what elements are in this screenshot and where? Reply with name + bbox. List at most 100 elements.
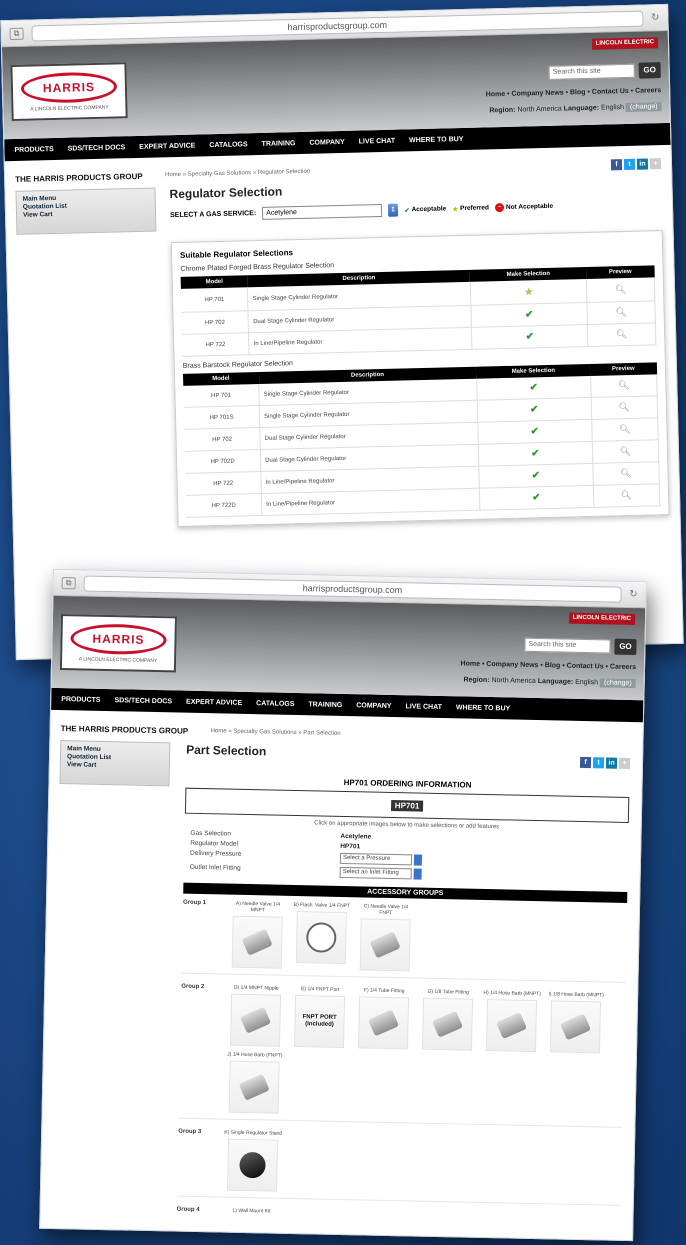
nav-sds-tech-docs[interactable]: SDS/TECH DOCS [114,697,172,705]
magnifier-icon[interactable]: 🔍︎ [618,402,630,412]
check-icon[interactable]: ✔ [529,382,538,393]
select-arrow-icon[interactable] [413,868,422,880]
nav-company[interactable]: COMPANY [309,138,344,146]
sidebar-item-view-cart[interactable]: View Cart [67,761,163,771]
item-image[interactable]: FNPT PORT (Included) [294,995,346,1049]
inlet-fitting-select[interactable]: Select an Inlet Fitting [339,866,628,884]
row-model: HP 701 [183,384,260,408]
change-region-button[interactable]: (change) [625,102,662,112]
top-links[interactable]: Home • Company News • Blog • Contact Us … [460,660,636,671]
harris-logo[interactable]: HARRIS A LINCOLN ELECTRIC COMPANY [10,62,128,122]
item-name: J) 1/4 Hose Barb (FNPT) [227,1051,283,1059]
logo-text: HARRIS [42,79,96,95]
magnifier-icon[interactable]: 🔍︎ [618,380,630,390]
item-image[interactable] [549,1000,602,1054]
accessory-item[interactable]: B) Flash. Valve 1/4 FNPT [292,902,351,970]
select-value[interactable]: Select a Pressure [339,852,413,866]
search-go-button[interactable]: GO [614,638,637,656]
preview-cell: 🔍︎ [590,374,658,398]
logo-oval: HARRIS [20,70,118,104]
twitter-icon[interactable]: t [623,158,636,170]
nav-training[interactable]: TRAINING [262,140,296,148]
nav-company[interactable]: COMPANY [356,702,391,710]
accessory-item[interactable]: E) 1/4 FNPT Port FNPT PORT (Included) [290,986,349,1049]
select-arrow-icon[interactable] [413,854,423,866]
logo-tagline: A LINCOLN ELECTRIC COMPANY [30,104,109,113]
nav-sds-tech-docs[interactable]: SDS/TECH DOCS [68,144,126,152]
select-arrow-icon[interactable]: ⇕ [387,203,399,217]
preview-cell: 🔍︎ [587,322,656,347]
select-value[interactable]: Select an Inlet Fitting [339,866,412,880]
top-links[interactable]: Home • Company News • Blog • Contact Us … [486,87,662,98]
facebook-icon[interactable]: f [610,158,623,170]
magnifier-icon[interactable]: 🔍︎ [616,329,628,339]
check-icon[interactable]: ✔ [532,492,541,503]
lincoln-electric-badge[interactable]: LINCOLN ELECTRIC [568,612,636,626]
twitter-icon[interactable]: t [592,756,605,768]
nav-products[interactable]: PRODUCTS [14,145,53,153]
nav-training[interactable]: TRAINING [308,701,342,709]
search-go-button[interactable]: GO [638,62,661,79]
accessory-item[interactable]: D) 1/4 MNPT Nipple [226,985,285,1047]
nav-catalogs[interactable]: CATALOGS [209,141,247,149]
item-image[interactable] [230,993,282,1047]
nav-expert-advice[interactable]: EXPERT ADVICE [139,142,195,150]
sidebar-item-view-cart[interactable]: View Cart [23,209,149,220]
accessory-item[interactable]: K) Single Regulator Stand [223,1130,282,1192]
magnifier-icon[interactable]: 🔍︎ [619,424,631,434]
tabs-icon[interactable]: ⧉ [61,576,76,589]
accessory-item[interactable]: G) 1/8 Tube Fitting [418,989,477,1051]
gas-service-select[interactable]: Acetylene [262,203,383,220]
facebook-icon[interactable]: f [579,756,592,768]
linkedin-icon[interactable]: in [636,157,649,170]
item-image[interactable] [359,918,411,972]
search-input[interactable]: Search this site [548,63,635,80]
magnifier-icon[interactable]: 🔍︎ [621,490,633,500]
magnifier-icon[interactable]: 🔍︎ [615,284,627,294]
harris-logo[interactable]: HARRIS A LINCOLN ELECTRIC COMPANY [59,614,178,673]
tabs-icon[interactable]: ⧉ [9,27,24,40]
item-image[interactable] [295,911,347,965]
accessory-item[interactable]: J) 1/4 Hose Barb (FNPT) [225,1052,284,1114]
magnifier-icon[interactable]: 🔍︎ [620,446,632,456]
check-icon[interactable]: ✔ [530,404,539,415]
nav-expert-advice[interactable]: EXPERT ADVICE [186,698,242,706]
accessory-item[interactable]: H) 1/4 Hose Barb (MNPT) [482,990,541,1053]
accessory-item[interactable]: F) 1/4 Tube Fitting [354,987,413,1050]
reload-icon[interactable]: ↻ [651,12,660,23]
share-icon[interactable]: + [618,757,631,769]
nav-catalogs[interactable]: CATALOGS [256,700,294,708]
item-image[interactable] [231,915,283,969]
check-icon[interactable]: ✔ [526,331,535,342]
nav-where-to-buy[interactable]: WHERE TO BUY [456,704,510,712]
preferred-star-icon[interactable]: ★ [524,286,534,298]
nav-products[interactable]: PRODUCTS [61,696,100,704]
reload-icon[interactable]: ↻ [629,589,638,600]
check-icon[interactable]: ✔ [530,426,539,437]
share-icon[interactable]: + [649,157,662,169]
lincoln-electric-badge[interactable]: LINCOLN ELECTRIC [591,37,659,50]
nav-live-chat[interactable]: LIVE CHAT [359,137,396,145]
item-image[interactable] [358,996,410,1050]
accessory-item[interactable]: A) Needle Valve 1/4 MNPT [228,901,287,969]
item-image[interactable] [228,1060,280,1114]
nav-live-chat[interactable]: LIVE CHAT [405,703,442,711]
accessory-item[interactable]: C) Needle Valve 1/4 FNPT [356,903,415,972]
item-image[interactable] [485,999,538,1053]
accessory-item[interactable]: L) Wall Mount Kit [223,1208,281,1215]
magnifier-icon[interactable]: 🔍︎ [620,468,632,478]
change-region-button[interactable]: (change) [599,678,636,689]
nav-where-to-buy[interactable]: WHERE TO BUY [409,135,463,143]
item-image[interactable] [226,1138,279,1192]
accessory-item[interactable]: I) 1/8 Hose Barb (MNPT) [546,991,605,1054]
linkedin-icon[interactable]: in [605,756,618,769]
regulator-table: Model Description Make Selection Preview… [180,265,657,357]
magnifier-icon[interactable]: 🔍︎ [615,307,627,317]
item-name: F) 1/4 Tube Fitting [363,987,405,995]
item-name: I) 1/8 Hose Barb (MNPT) [548,991,604,999]
item-image[interactable] [421,997,474,1051]
check-icon[interactable]: ✔ [532,470,541,481]
check-icon[interactable]: ✔ [531,448,540,459]
search-input[interactable]: Search this site [524,637,611,654]
check-icon[interactable]: ✔ [525,309,534,320]
